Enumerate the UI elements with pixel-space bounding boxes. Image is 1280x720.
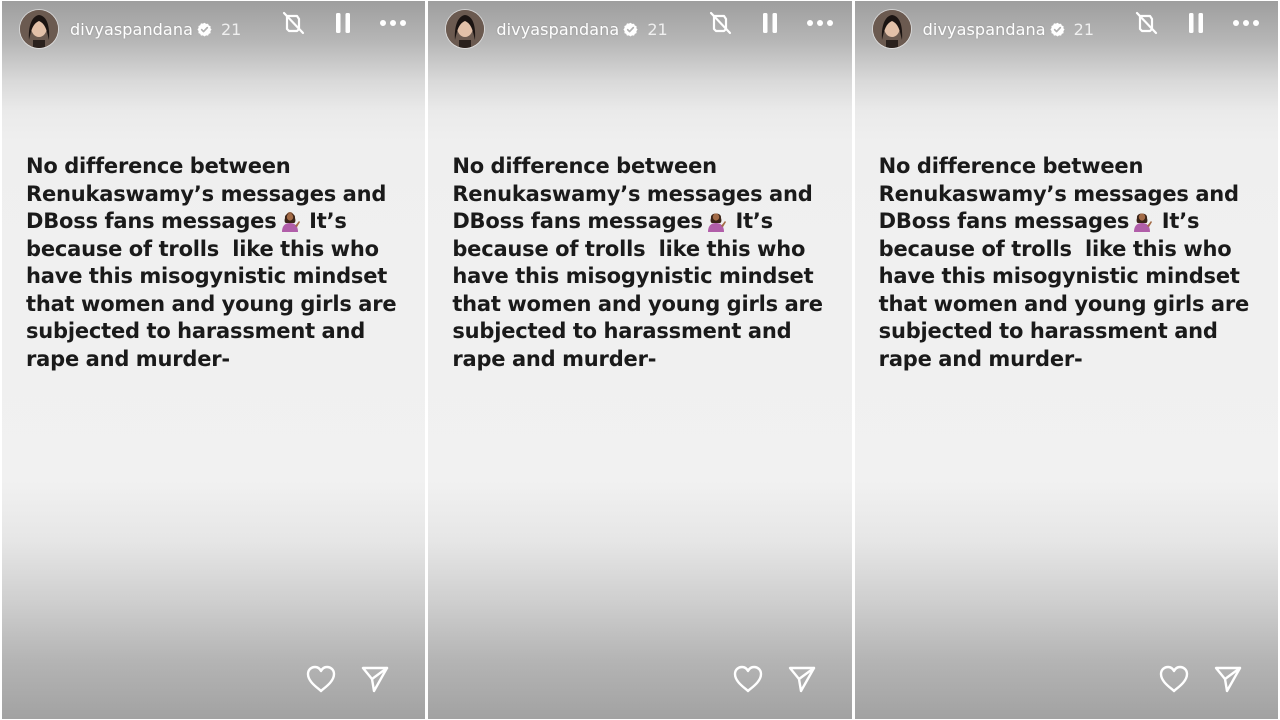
username[interactable]: divyaspandana — [923, 20, 1046, 39]
send-icon[interactable] — [786, 663, 818, 695]
story-text: No difference between Renukaswamy’s mess… — [452, 153, 829, 373]
story-text-part-2: It’s because of trolls like this who hav… — [452, 209, 823, 371]
username[interactable]: divyaspandana — [70, 20, 193, 39]
stories-collage: divyaspandana 21 No difference between R… — [0, 0, 1280, 720]
person-tipping-hand-emoji — [1131, 210, 1153, 232]
time-ago: 21 — [221, 19, 242, 39]
pause-icon[interactable] — [329, 9, 357, 37]
header-actions — [279, 9, 407, 37]
story-text: No difference between Renukaswamy’s mess… — [26, 153, 403, 373]
time-ago: 21 — [647, 19, 668, 39]
avatar[interactable] — [872, 10, 911, 48]
pause-icon[interactable] — [1182, 9, 1210, 37]
person-tipping-hand-emoji — [279, 210, 301, 232]
sound-off-icon[interactable] — [706, 9, 734, 37]
verified-badge-icon — [197, 22, 212, 37]
verified-badge-icon — [623, 22, 638, 37]
sound-off-icon[interactable] — [279, 9, 307, 37]
avatar[interactable] — [20, 10, 58, 48]
story-panel-2[interactable]: divyaspandana 21 No difference between R… — [428, 1, 852, 719]
more-options-icon[interactable] — [806, 9, 834, 37]
story-footer — [305, 663, 391, 695]
more-options-icon[interactable] — [379, 9, 407, 37]
heart-icon[interactable] — [732, 663, 764, 695]
send-icon[interactable] — [1212, 663, 1244, 695]
story-footer — [1158, 663, 1244, 695]
header-actions — [1132, 9, 1260, 37]
heart-icon[interactable] — [1158, 663, 1190, 695]
story-text: No difference between Renukaswamy’s mess… — [879, 153, 1256, 373]
story-text-part-2: It’s because of trolls like this who hav… — [26, 209, 397, 371]
story-panel-1[interactable]: divyaspandana 21 No difference between R… — [2, 1, 426, 719]
pause-icon[interactable] — [756, 9, 784, 37]
story-panel-3[interactable]: divyaspandana 21 No difference between R… — [854, 1, 1278, 719]
heart-icon[interactable] — [305, 663, 337, 695]
avatar[interactable] — [446, 10, 485, 48]
more-options-icon[interactable] — [1232, 9, 1260, 37]
story-text-part-2: It’s because of trolls like this who hav… — [878, 209, 1250, 371]
story-footer — [732, 663, 818, 695]
time-ago: 21 — [1073, 19, 1095, 39]
verified-badge-icon — [1050, 22, 1065, 37]
username[interactable]: divyaspandana — [496, 20, 619, 39]
sound-off-icon[interactable] — [1132, 9, 1160, 37]
send-icon[interactable] — [359, 663, 391, 695]
header-actions — [706, 9, 834, 37]
person-tipping-hand-emoji — [705, 210, 727, 232]
